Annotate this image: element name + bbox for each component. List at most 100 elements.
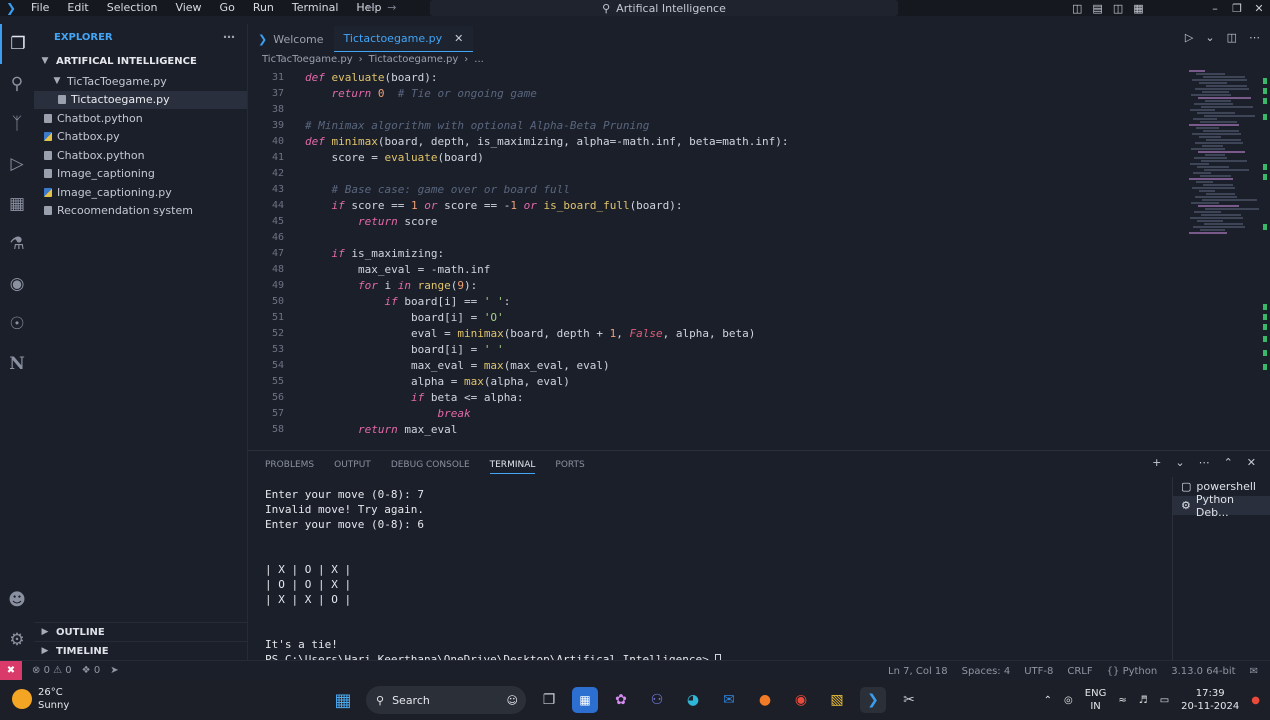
more-actions-icon[interactable]: ⋯ xyxy=(1199,456,1210,469)
problems-status[interactable]: ⊗ 0 ⚠ 0 xyxy=(32,665,72,676)
tree-file-recommendation[interactable]: Recoomendation system xyxy=(34,202,247,221)
tab-output[interactable]: OUTPUT xyxy=(334,456,371,474)
run-file-icon[interactable]: ▷ xyxy=(1185,31,1193,44)
new-terminal-icon[interactable]: + xyxy=(1152,456,1161,469)
snipping-tool-icon[interactable]: ✂ xyxy=(896,687,922,713)
more-actions-icon[interactable]: ⋯ xyxy=(223,30,235,44)
remote-explorer-icon[interactable]: ☉ xyxy=(0,304,34,344)
notification-bell-icon[interactable]: ● xyxy=(1251,695,1260,706)
code-line[interactable]: if score == 1 or score == -1 or is_board… xyxy=(305,199,683,212)
extensions-icon[interactable]: ▦ xyxy=(0,184,34,224)
code-line[interactable]: return score xyxy=(305,215,438,228)
code-line[interactable]: max_eval = max(max_eval, eval) xyxy=(305,359,610,372)
file-explorer-icon[interactable]: ▧ xyxy=(824,687,850,713)
breadcrumb-symbol[interactable]: ... xyxy=(474,54,484,65)
edge-icon[interactable]: ◕ xyxy=(680,687,706,713)
notion-icon[interactable]: N xyxy=(0,344,34,384)
volume-icon[interactable]: ♬ xyxy=(1139,695,1148,706)
windows-start-icon[interactable]: ▦ xyxy=(330,687,356,713)
encoding[interactable]: UTF-8 xyxy=(1024,666,1053,677)
tree-file-image-captioning[interactable]: Image_captioning xyxy=(34,165,247,184)
toggle-sidebar-icon[interactable]: ◫ xyxy=(1072,2,1082,15)
command-center[interactable]: ⚲ Artifical Intelligence xyxy=(430,0,898,16)
code-line[interactable]: if beta <= alpha: xyxy=(305,391,524,404)
customize-layout-icon[interactable]: ▦ xyxy=(1133,2,1143,15)
show-hidden-icons-icon[interactable]: ⌃ xyxy=(1044,695,1052,706)
breadcrumb-file[interactable]: Tictactoegame.py xyxy=(369,54,459,65)
tab-debug-console[interactable]: DEBUG CONSOLE xyxy=(391,456,470,474)
breadcrumb-folder[interactable]: TicTacToegame.py xyxy=(262,54,353,65)
tab-welcome[interactable]: ❯ Welcome xyxy=(248,26,334,52)
restore-icon[interactable]: ❐ xyxy=(1226,2,1248,15)
weather-widget[interactable]: 26°C Sunny xyxy=(12,686,69,712)
tree-folder-tictactoe[interactable]: ▼ TicTacToegame.py xyxy=(34,72,247,91)
search-icon[interactable]: ⚲ xyxy=(0,64,34,104)
teams-icon[interactable]: ⚇ xyxy=(644,687,670,713)
chrome-icon[interactable]: ◉ xyxy=(788,687,814,713)
battery-icon[interactable]: ▭ xyxy=(1160,695,1169,706)
code-line[interactable]: max_eval = -math.inf xyxy=(305,263,490,276)
explorer-icon[interactable]: ❐ xyxy=(0,24,34,64)
terminal-python-debug[interactable]: ⚙ Python Deb... xyxy=(1173,493,1270,519)
microphone-icon[interactable]: ◎ xyxy=(1064,695,1073,706)
taskbar-search[interactable]: ⚲ Search ☺ xyxy=(366,686,526,714)
minimize-icon[interactable]: – xyxy=(1204,2,1226,15)
menu-terminal[interactable]: Terminal xyxy=(283,0,348,16)
split-editor-icon[interactable]: ◫ xyxy=(1227,31,1237,44)
run-debug-icon[interactable]: ▷ xyxy=(0,144,34,184)
code-line[interactable]: alpha = max(alpha, eval) xyxy=(305,375,570,388)
menu-selection[interactable]: Selection xyxy=(98,0,167,16)
account-icon[interactable]: ☻ xyxy=(0,580,34,620)
tree-file-tictactoegame[interactable]: Tictactoegame.py xyxy=(34,90,247,109)
chevron-down-icon[interactable]: ⌄ xyxy=(1205,31,1214,44)
menu-edit[interactable]: Edit xyxy=(58,0,97,16)
toggle-secondary-sidebar-icon[interactable]: ◫ xyxy=(1113,2,1123,15)
menu-view[interactable]: View xyxy=(166,0,210,16)
forward-arrow-icon[interactable]: → xyxy=(387,0,396,16)
code-line[interactable]: # Base case: game over or board full xyxy=(305,183,570,196)
menu-file[interactable]: File xyxy=(22,0,58,16)
json-icon[interactable]: ◉ xyxy=(0,264,34,304)
language-indicator[interactable]: ENG IN xyxy=(1085,687,1107,713)
code-line[interactable]: # Minimax algorithm with optional Alpha-… xyxy=(305,119,649,132)
code-line[interactable]: for i in range(9): xyxy=(305,279,477,292)
language-mode[interactable]: {} Python xyxy=(1107,666,1158,677)
code-line[interactable]: board[i] = 'O' xyxy=(305,311,504,324)
code-line[interactable]: break xyxy=(305,407,470,420)
code-line[interactable]: board[i] = ' ' xyxy=(305,343,504,356)
code-line[interactable]: def evaluate(board): xyxy=(305,71,437,84)
terminal-output[interactable]: Enter your move (0-8): 7 Invalid move! Tr… xyxy=(265,487,1155,666)
tree-file-image-captioning-py[interactable]: Image_captioning.py xyxy=(34,183,247,202)
close-tab-icon[interactable]: ✕ xyxy=(454,32,463,45)
menu-go[interactable]: Go xyxy=(211,0,244,16)
tree-file-chatbox-py[interactable]: Chatbox.py xyxy=(34,128,247,147)
more-actions-icon[interactable]: ⋯ xyxy=(1249,31,1260,44)
minimap[interactable] xyxy=(1185,70,1260,240)
toggle-panel-icon[interactable]: ▤ xyxy=(1092,2,1102,15)
task-view-icon[interactable]: ❐ xyxy=(536,687,562,713)
outlook-icon[interactable]: ✉ xyxy=(716,687,742,713)
tab-ports[interactable]: PORTS xyxy=(555,456,584,474)
source-control-icon[interactable]: ᛉ xyxy=(0,104,34,144)
python-interpreter[interactable]: 3.13.0 64-bit xyxy=(1171,666,1235,677)
code-editor[interactable]: 31 def evaluate(board): 37 return 0 # Tie … xyxy=(248,70,1178,448)
testing-icon[interactable]: ⚗ xyxy=(0,224,34,264)
chevron-down-icon[interactable]: ⌄ xyxy=(1175,456,1184,469)
close-panel-icon[interactable]: ✕ xyxy=(1247,456,1256,469)
menu-run[interactable]: Run xyxy=(244,0,283,16)
wifi-icon[interactable]: ≈ xyxy=(1118,695,1126,706)
indentation[interactable]: Spaces: 4 xyxy=(962,666,1011,677)
cursor-position[interactable]: Ln 7, Col 18 xyxy=(888,666,948,677)
remote-indicator-icon[interactable]: ✖ xyxy=(0,660,22,681)
code-line[interactable]: return max_eval xyxy=(305,423,457,436)
end-of-line[interactable]: CRLF xyxy=(1067,666,1092,677)
tab-tictactoegame[interactable]: Tictactoegame.py ✕ xyxy=(333,26,474,52)
back-arrow-icon[interactable]: ← xyxy=(366,0,375,16)
notifications-icon[interactable]: ✉ xyxy=(1250,666,1258,677)
code-line[interactable]: if is_maximizing: xyxy=(305,247,445,260)
code-line[interactable]: return 0 # Tie or ongoing game xyxy=(305,87,537,100)
maximize-panel-icon[interactable]: ⌃ xyxy=(1224,456,1233,469)
code-line[interactable]: eval = minimax(board, depth + 1, False, … xyxy=(305,327,755,340)
outline-section[interactable]: ▶ OUTLINE xyxy=(34,622,248,641)
firefox-icon[interactable]: ● xyxy=(752,687,778,713)
